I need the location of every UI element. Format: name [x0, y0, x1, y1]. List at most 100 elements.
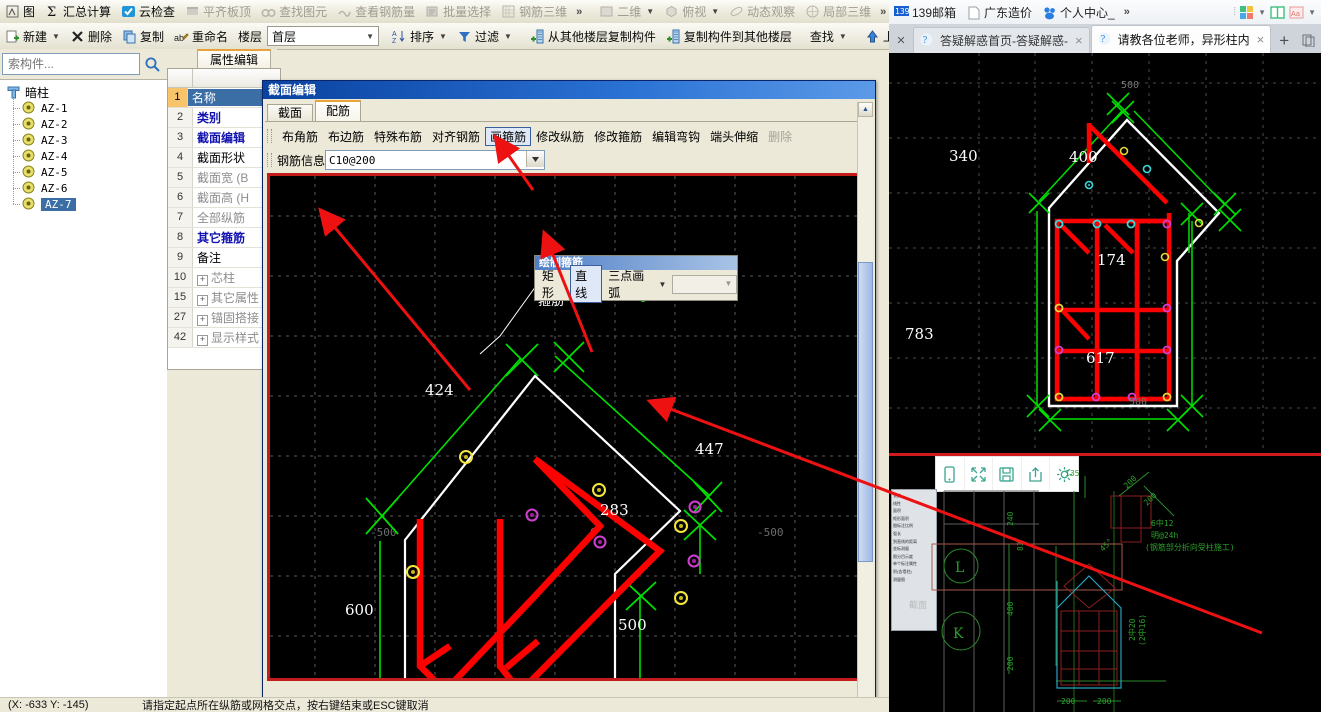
search-input[interactable]	[6, 55, 136, 73]
chevron-down-icon[interactable]: ▼	[658, 280, 666, 289]
steel-info-combobox[interactable]: C10@200	[325, 150, 546, 170]
component-tree[interactable]: 暗柱 AZ-1 AZ-2 AZ-3 AZ-4 AZ-5 AZ-6 AZ-7	[0, 79, 168, 712]
dialog-scrollbar[interactable]: ▲	[857, 102, 873, 711]
move-up-button[interactable]: 上移	[860, 26, 889, 47]
tree-item-az-1[interactable]: AZ-1	[0, 99, 167, 116]
sort-label: 排序	[410, 29, 435, 44]
tab-list-button[interactable]	[1296, 28, 1320, 53]
steel-info-value: C10@200	[329, 153, 376, 167]
scrollbar-thumb[interactable]	[858, 262, 873, 562]
bookmark-personal-center[interactable]: 个人中心_	[1037, 4, 1120, 21]
scroll-up-arrow[interactable]: ▲	[858, 102, 873, 117]
chevron-down-icon[interactable]	[526, 151, 545, 167]
sort-button[interactable]: AZ 排序 ▼	[387, 26, 452, 47]
expand-icon[interactable]: +	[197, 275, 208, 286]
chevron-down-icon[interactable]: ▼	[711, 7, 719, 16]
bookmark-mail139[interactable]: 139 139邮箱	[889, 4, 961, 21]
draw-line-button[interactable]: 直线	[570, 265, 603, 303]
toolbar-布角筋[interactable]: 布角筋	[277, 127, 323, 146]
floor-select[interactable]: 首层 ▼	[267, 26, 379, 47]
toolbar-item-drawing[interactable]: 图	[0, 1, 40, 22]
browser-content: 500 500 340 400 174 783 617 400	[889, 53, 1321, 712]
toolbar-对齐钢筋[interactable]: 对齐钢筋	[427, 127, 485, 146]
tree-item-az-2[interactable]: AZ-2	[0, 115, 167, 132]
search-button[interactable]	[140, 52, 162, 74]
tree-item-az-7[interactable]: AZ-7	[0, 195, 167, 212]
book-icon[interactable]	[1270, 5, 1285, 20]
tab-reinforcement[interactable]: 配筋	[315, 100, 362, 122]
toolbar-item-batch-select[interactable]: 批量选择	[420, 1, 496, 22]
copy-button[interactable]: 复制	[117, 26, 169, 47]
bookmarks-overflow-chevron[interactable]: »	[1120, 6, 1134, 18]
chevron-down-icon[interactable]: ▼	[52, 32, 60, 41]
filter-button[interactable]: 过滤 ▼	[452, 26, 517, 47]
toolbar-编辑弯钩[interactable]: 编辑弯钩	[647, 127, 705, 146]
toolbar-item-rebar-3d[interactable]: 钢筋三维	[496, 1, 572, 22]
browser-tab-qna-home[interactable]: ? 答疑解惑首页-答疑解惑- ×	[913, 27, 1090, 53]
toolbar-item-topview[interactable]: 俯视 ▼	[659, 1, 724, 22]
component-node-icon	[22, 101, 37, 116]
toolbar-item-find-element[interactable]: 查找图元	[256, 1, 332, 22]
svg-text:Aa: Aa	[1291, 10, 1300, 18]
caret-down-icon[interactable]: ▼	[1258, 8, 1266, 17]
tree-item-az-3[interactable]: AZ-3	[0, 131, 167, 148]
toolbar-布边筋[interactable]: 布边筋	[323, 127, 369, 146]
close-icon[interactable]: ×	[1075, 33, 1083, 48]
toolbar-item-summary[interactable]: Σ 汇总计算	[40, 1, 116, 22]
search-input-wrapper[interactable]	[2, 53, 140, 75]
draw-3point-arc-button[interactable]: 三点画弧	[604, 266, 656, 302]
chevron-down-icon[interactable]: ▼	[439, 32, 447, 41]
tab-close-leftmost[interactable]: ×	[889, 28, 913, 53]
toolbar-item-2d[interactable]: 二维 ▼	[594, 1, 659, 22]
main-toolbar: 图 Σ 汇总计算 云检查 平齐板顶 查找图元 查看钢筋量 批量选择 钢筋三维 »…	[0, 0, 889, 24]
toolbar-item-align-slab[interactable]: 平齐板顶	[180, 1, 256, 22]
apps-icon[interactable]	[1239, 5, 1254, 20]
toolbar-端头伸缩[interactable]: 端头伸缩	[705, 127, 763, 146]
draw-rect-button[interactable]: 矩形	[538, 266, 568, 302]
draw-stirrup-toolbar: 绘制箍筋 矩形 直线 三点画弧 ▼ ▼	[534, 255, 738, 303]
bookmark-gdzj[interactable]: 广东造价	[961, 4, 1037, 21]
toolbar-grip[interactable]	[267, 129, 272, 143]
toolbar-grip-2[interactable]	[267, 153, 272, 167]
toolbar-item-local3d[interactable]: 局部三维	[800, 1, 876, 22]
chevron-down-icon[interactable]: ▼	[366, 32, 374, 41]
toolbar-特殊布筋[interactable]: 特殊布筋	[369, 127, 427, 146]
find-button[interactable]: 查找 ▼	[805, 26, 852, 47]
copy-from-other-floor-button[interactable]: 从其他楼层复制构件	[525, 26, 661, 47]
toolbar-overflow-chevron[interactable]: »	[572, 6, 586, 18]
chevron-down-icon[interactable]: ▼	[646, 7, 654, 16]
sigma-icon: Σ	[45, 4, 60, 19]
chevron-down-icon[interactable]: ▼	[504, 32, 512, 41]
new-tab-button[interactable]: +	[1272, 28, 1296, 53]
browser-tab-question[interactable]: ? 请教各位老师，异形柱内 ×	[1090, 25, 1272, 53]
copy-to-other-floor-button[interactable]: 复制构件到其他楼层	[661, 26, 797, 47]
toolbar-item-orbit[interactable]: 动态观察	[724, 1, 800, 22]
chevron-down-icon[interactable]: ▼	[839, 32, 847, 41]
toolbar-画箍筋[interactable]: 画箍筋	[485, 126, 532, 146]
chevron-down-icon[interactable]: ▼	[721, 276, 736, 291]
tree-root-node[interactable]: 暗柱	[0, 84, 167, 100]
expand-icon[interactable]: +	[197, 315, 208, 326]
expand-icon[interactable]: +	[197, 335, 208, 346]
rename-button[interactable]: ab 重命名	[169, 26, 233, 47]
tree-item-az-6[interactable]: AZ-6	[0, 179, 167, 196]
toolbar-item-view-rebar-qty[interactable]: 查看钢筋量	[332, 1, 420, 22]
toolbar-item-cloud-check[interactable]: 云检查	[116, 1, 180, 22]
bookmark-label: 139邮箱	[912, 5, 957, 20]
caret-down-icon[interactable]: ▼	[1308, 8, 1316, 17]
toolbar-修改纵筋[interactable]: 修改纵筋	[531, 127, 589, 146]
section-canvas[interactable]: -500-500 00-500	[267, 173, 865, 681]
tab-section[interactable]: 截面	[267, 104, 314, 122]
toolbar-修改箍筋[interactable]: 修改箍筋	[589, 127, 647, 146]
new-button[interactable]: 新建 ▼	[0, 26, 65, 47]
property-row-label: + 芯柱	[193, 269, 235, 286]
tree-item-az-4[interactable]: AZ-4	[0, 147, 167, 164]
tab-property-editor[interactable]: 属性编辑	[197, 49, 271, 70]
expand-icon[interactable]: +	[197, 295, 208, 306]
toolbar-overflow-chevron-2[interactable]: »	[876, 6, 889, 18]
draw-stirrup-combobox[interactable]: ▼	[672, 274, 737, 294]
delete-button[interactable]: 删除	[65, 26, 117, 47]
translate-icon[interactable]: Aa	[1289, 5, 1304, 20]
tree-item-az-5[interactable]: AZ-5	[0, 163, 167, 180]
close-icon[interactable]: ×	[1257, 32, 1265, 47]
